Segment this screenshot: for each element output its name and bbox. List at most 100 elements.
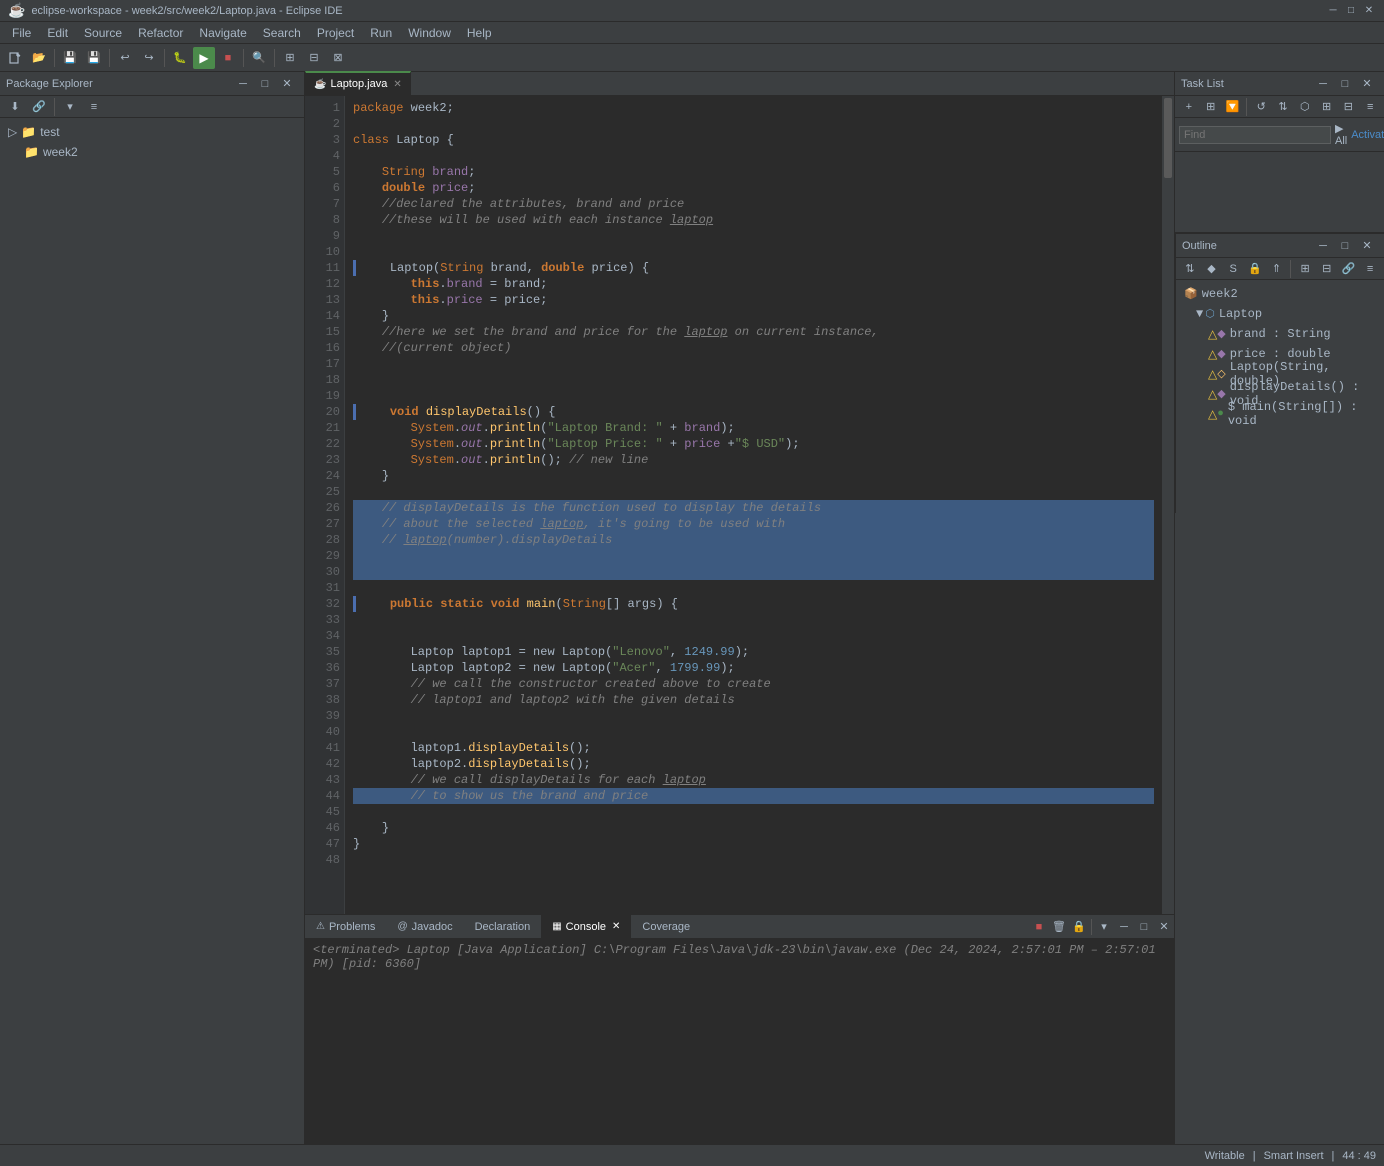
- task-add-button[interactable]: +: [1179, 96, 1199, 118]
- outline-header: Outline ─ □ ✕: [1176, 234, 1384, 258]
- code-line-36: Laptop laptop2 = new Laptop("Acer", 1799…: [353, 660, 1154, 676]
- menu-navigate[interactable]: Navigate: [191, 24, 254, 42]
- tab-console[interactable]: ▦ Console ✕: [541, 915, 631, 939]
- pe-view-menu[interactable]: ≡: [83, 96, 105, 118]
- app-icon: ☕: [8, 2, 25, 19]
- outline-nonpublic-button[interactable]: 🔒: [1245, 258, 1265, 280]
- outline-viewmenu-button[interactable]: ≡: [1360, 258, 1380, 280]
- vertical-scrollbar[interactable]: [1162, 96, 1174, 914]
- console-close-button[interactable]: ✕: [1154, 917, 1174, 937]
- perspective-button[interactable]: ⊞: [279, 47, 301, 69]
- outline-maximize[interactable]: □: [1334, 235, 1356, 257]
- task-list-close[interactable]: ✕: [1356, 73, 1378, 95]
- editor-area[interactable]: 1234567891011121314151617181920212223242…: [305, 96, 1174, 914]
- save-all-button[interactable]: 💾: [83, 47, 105, 69]
- outline-static-button[interactable]: S: [1223, 258, 1243, 280]
- search-button[interactable]: 🔍: [248, 47, 270, 69]
- tree-item-test[interactable]: ▷ 📁 test: [0, 122, 304, 142]
- run-button[interactable]: ▶: [193, 47, 215, 69]
- scroll-thumb[interactable]: [1164, 98, 1172, 178]
- console-stop-button[interactable]: ■: [1029, 917, 1049, 937]
- outline-inherited-button[interactable]: ⇑: [1267, 258, 1287, 280]
- console-tab-close[interactable]: ✕: [612, 921, 620, 932]
- code-line-30: [353, 564, 1154, 580]
- outline-close[interactable]: ✕: [1356, 235, 1378, 257]
- window-title: eclipse-workspace - week2/src/week2/Lapt…: [31, 5, 1326, 17]
- outline-item-week2[interactable]: 📦 week2: [1176, 284, 1384, 304]
- task-list-header: Task List ─ □ ✕: [1175, 72, 1384, 96]
- pe-maximize-button[interactable]: □: [254, 73, 276, 95]
- pe-link-button[interactable]: 🔗: [28, 96, 50, 118]
- menu-run[interactable]: Run: [362, 24, 400, 42]
- editor-tabs: ☕ Laptop.java ✕: [305, 72, 1174, 96]
- redo-button[interactable]: ↪: [138, 47, 160, 69]
- outline-fields-button[interactable]: ◆: [1202, 258, 1222, 280]
- undo-button[interactable]: ↩: [114, 47, 136, 69]
- new-button[interactable]: [4, 47, 26, 69]
- code-line-39: [353, 708, 1154, 724]
- tree-item-week2[interactable]: 📁 week2: [0, 142, 304, 162]
- close-button[interactable]: ✕: [1362, 4, 1376, 18]
- outline-item-brand[interactable]: △ ◆ brand : String: [1176, 324, 1384, 344]
- java-file-icon: ☕: [314, 79, 326, 90]
- console-scroll-lock-button[interactable]: 🔒: [1069, 917, 1089, 937]
- save-button[interactable]: 💾: [59, 47, 81, 69]
- task-collapse-button[interactable]: ⊟: [1338, 96, 1358, 118]
- console-content: <terminated> Laptop [Java Application] C…: [305, 939, 1174, 1144]
- task-list-minimize[interactable]: ─: [1312, 73, 1334, 95]
- perspective3-button[interactable]: ⊠: [327, 47, 349, 69]
- outline-constructor-icon: ◇: [1217, 367, 1225, 381]
- tab-javadoc[interactable]: @ Javadoc: [386, 915, 463, 939]
- tab-declaration[interactable]: Declaration: [464, 915, 542, 939]
- menu-refactor[interactable]: Refactor: [130, 24, 191, 42]
- outline-link-button[interactable]: 🔗: [1339, 258, 1359, 280]
- task-sort-button[interactable]: ⇅: [1273, 96, 1293, 118]
- outline-item-laptop-class[interactable]: ▼ ⬡ Laptop: [1176, 304, 1384, 324]
- minimize-button[interactable]: ─: [1326, 4, 1340, 18]
- tab-problems[interactable]: ⚠ Problems: [305, 915, 386, 939]
- task-filter2-button[interactable]: 🔽: [1223, 96, 1243, 118]
- outline-expand-button[interactable]: ⊞: [1295, 258, 1315, 280]
- menu-search[interactable]: Search: [255, 24, 309, 42]
- pe-minimize-button[interactable]: ─: [232, 73, 254, 95]
- menu-file[interactable]: File: [4, 24, 39, 42]
- editor-tab-laptop[interactable]: ☕ Laptop.java ✕: [305, 71, 411, 95]
- console-minimize-button[interactable]: ─: [1114, 917, 1134, 937]
- tab-coverage[interactable]: Coverage: [631, 915, 701, 939]
- task-expand-button[interactable]: ⊞: [1317, 96, 1337, 118]
- tab-javadoc-label: Javadoc: [412, 921, 453, 933]
- menu-source[interactable]: Source: [76, 24, 130, 42]
- editor-tab-label: Laptop.java: [330, 78, 387, 90]
- console-view-button[interactable]: ▾: [1094, 917, 1114, 937]
- outline-sort-button[interactable]: ⇅: [1180, 258, 1200, 280]
- menu-window[interactable]: Window: [400, 24, 459, 42]
- outline-price-label: price : double: [1230, 347, 1331, 361]
- task-group-button[interactable]: ⬡: [1295, 96, 1315, 118]
- editor-tab-close[interactable]: ✕: [393, 79, 401, 90]
- pe-menu-button[interactable]: ▾: [59, 96, 81, 118]
- menu-project[interactable]: Project: [309, 24, 362, 42]
- stop-button[interactable]: ■: [217, 47, 239, 69]
- outline-collapse-button[interactable]: ⊟: [1317, 258, 1337, 280]
- pe-collapse-button[interactable]: ⬇: [4, 96, 26, 118]
- code-line-45: [353, 804, 1154, 820]
- perspective2-button[interactable]: ⊟: [303, 47, 325, 69]
- outline-title: Outline: [1182, 240, 1312, 252]
- task-list-maximize[interactable]: □: [1334, 73, 1356, 95]
- menu-edit[interactable]: Edit: [39, 24, 76, 42]
- toolbar-sep4: [243, 49, 244, 67]
- debug-button[interactable]: 🐛: [169, 47, 191, 69]
- task-filter-button[interactable]: ⊞: [1201, 96, 1221, 118]
- outline-item-main[interactable]: △ ● $ main(String[]) : void: [1176, 404, 1384, 424]
- pe-close-button[interactable]: ✕: [276, 73, 298, 95]
- outline-minimize[interactable]: ─: [1312, 235, 1334, 257]
- code-area[interactable]: package week2; class Laptop { String bra…: [345, 96, 1162, 914]
- task-refresh-button[interactable]: ↺: [1251, 96, 1271, 118]
- menu-help[interactable]: Help: [459, 24, 500, 42]
- open-button[interactable]: 📂: [28, 47, 50, 69]
- task-find-input[interactable]: [1179, 126, 1331, 144]
- console-maximize-button[interactable]: □: [1134, 917, 1154, 937]
- maximize-button[interactable]: □: [1344, 4, 1358, 18]
- console-clear-button[interactable]: 🗑: [1049, 917, 1069, 937]
- task-viewmenu-button[interactable]: ≡: [1360, 96, 1380, 118]
